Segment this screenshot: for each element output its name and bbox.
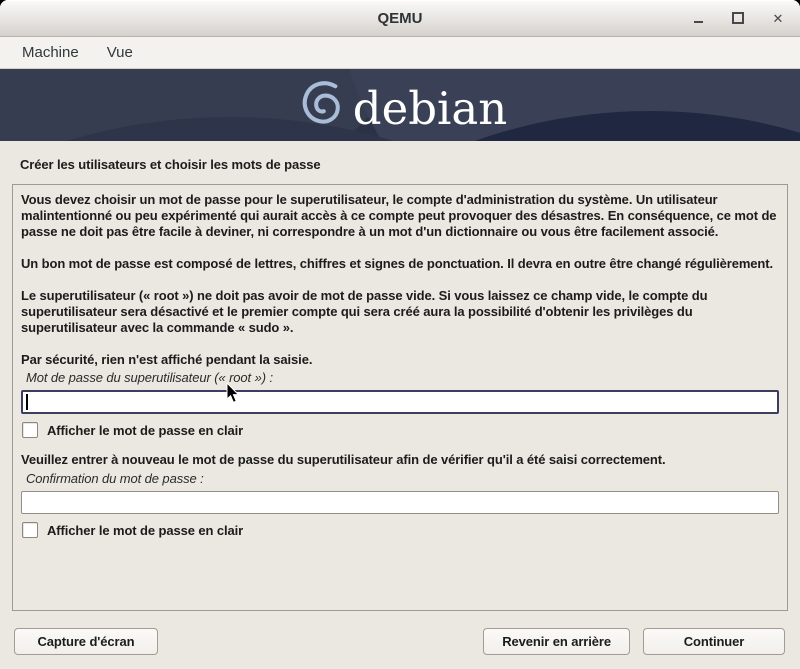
root-password-input[interactable]	[21, 390, 779, 414]
menu-machine[interactable]: Machine	[12, 40, 89, 65]
good-password-paragraph: Un bon mot de passe est composé de lettr…	[21, 256, 779, 272]
root-password-label: Mot de passe du superutilisateur (« root…	[26, 370, 779, 385]
confirm-password-label: Confirmation du mot de passe :	[26, 471, 779, 486]
button-row: Capture d'écran Revenir en arrière Conti…	[12, 628, 788, 655]
show-password2-checkbox[interactable]	[22, 522, 38, 538]
qemu-window: QEMU ✕ Machine Vue debian Créer les util…	[0, 0, 800, 669]
text-caret	[26, 394, 28, 410]
window-title: QEMU	[0, 10, 800, 27]
titlebar[interactable]: QEMU ✕	[0, 0, 800, 37]
debian-logo: debian	[0, 69, 800, 141]
confirm-paragraph: Veuillez entrer à nouveau le mot de pass…	[21, 452, 779, 468]
intro-paragraph: Vous devez choisir un mot de passe pour …	[21, 192, 779, 240]
menu-vue[interactable]: Vue	[97, 40, 143, 65]
show-password-label: Afficher le mot de passe en clair	[47, 423, 243, 438]
debian-wordmark: debian	[353, 86, 507, 131]
show-password-checkbox[interactable]	[22, 422, 38, 438]
security-note: Par sécurité, rien n'est affiché pendant…	[21, 352, 779, 368]
maximize-icon[interactable]	[730, 10, 746, 26]
installer-frame: Vous devez choisir un mot de passe pour …	[12, 184, 788, 611]
minimize-icon[interactable]	[690, 10, 706, 26]
mouse-cursor	[226, 383, 242, 405]
root-empty-paragraph: Le superutilisateur (« root ») ne doit p…	[21, 288, 779, 336]
continue-button[interactable]: Continuer	[643, 628, 785, 655]
confirm-password-input-wrap	[21, 491, 779, 514]
menubar: Machine Vue	[0, 37, 800, 69]
confirm-password-input[interactable]	[21, 491, 779, 514]
go-back-button[interactable]: Revenir en arrière	[483, 628, 630, 655]
debian-swirl-icon	[293, 77, 351, 135]
screenshot-button[interactable]: Capture d'écran	[14, 628, 158, 655]
installer-content: Créer les utilisateurs et choisir les mo…	[0, 141, 800, 655]
show-password2-label: Afficher le mot de passe en clair	[47, 523, 243, 538]
window-controls: ✕	[690, 10, 800, 26]
page-title: Créer les utilisateurs et choisir les mo…	[12, 141, 788, 184]
show-password-checkbox-row[interactable]: Afficher le mot de passe en clair	[22, 422, 779, 438]
close-icon[interactable]: ✕	[770, 10, 786, 26]
debian-banner: debian	[0, 69, 800, 141]
show-password2-checkbox-row[interactable]: Afficher le mot de passe en clair	[22, 522, 779, 538]
root-password-input-wrap	[21, 390, 779, 414]
